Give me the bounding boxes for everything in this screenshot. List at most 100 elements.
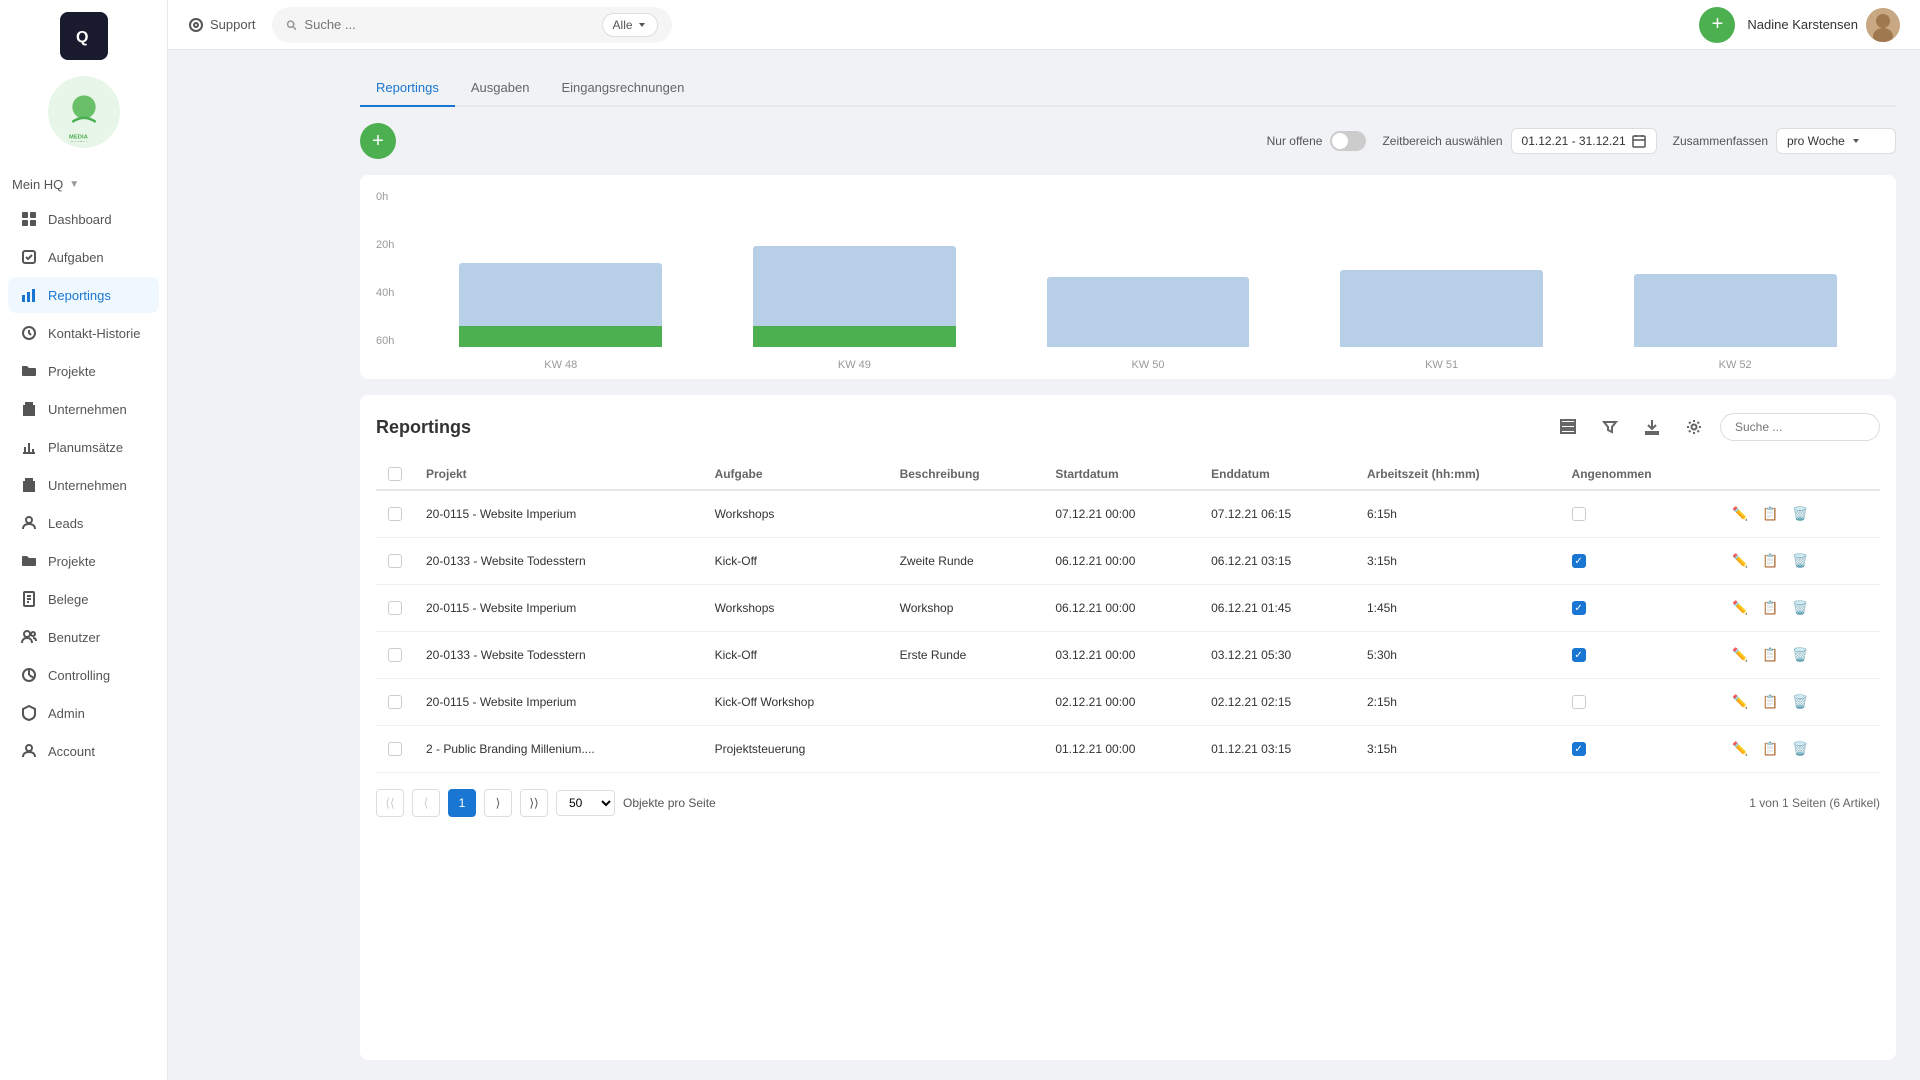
sidebar-item-dashboard[interactable]: Dashboard	[8, 201, 159, 237]
week-select-dropdown[interactable]: pro Woche	[1776, 128, 1896, 154]
chart-container: 60h 40h 20h 0h KW 48KW 49KW 50KW 51KW 52	[360, 175, 1896, 379]
y-label: 0h	[376, 191, 408, 203]
row-delete-button[interactable]: 🗑️	[1787, 736, 1813, 762]
chart-add-button[interactable]: +	[360, 123, 396, 159]
sidebar-item-label: Belege	[48, 592, 88, 607]
svg-text:MEDIA: MEDIA	[69, 135, 89, 141]
row-startdatum: 06.12.21 00:00	[1043, 538, 1199, 585]
page-1-button[interactable]: 1	[448, 789, 476, 817]
row-beschreibung	[888, 679, 1044, 726]
row-angenommen-checkbox[interactable]	[1572, 554, 1586, 568]
sidebar: Q MEDIA GMBH Mein HQ ▼ Dashboard Aufgabe	[0, 0, 168, 1080]
sidebar-item-aufgaben[interactable]: Aufgaben	[8, 239, 159, 275]
row-copy-button[interactable]: 📋	[1757, 595, 1783, 621]
table-settings-button[interactable]	[1678, 411, 1710, 443]
row-checkbox[interactable]	[388, 601, 402, 615]
row-startdatum: 01.12.21 00:00	[1043, 726, 1199, 773]
page-last-button[interactable]: ⟩⟩	[520, 789, 548, 817]
row-delete-button[interactable]: 🗑️	[1787, 595, 1813, 621]
row-angenommen-checkbox[interactable]	[1572, 648, 1586, 662]
row-edit-button[interactable]: ✏️	[1727, 595, 1753, 621]
table-header: Reportings	[376, 411, 1880, 443]
row-checkbox[interactable]	[388, 742, 402, 756]
row-edit-button[interactable]: ✏️	[1727, 689, 1753, 715]
user-menu[interactable]: Nadine Karstensen	[1747, 8, 1900, 42]
sidebar-item-admin[interactable]: Admin	[8, 695, 159, 731]
sidebar-item-projekte1[interactable]: Projekte	[8, 353, 159, 389]
tab-reportings[interactable]: Reportings	[360, 70, 455, 107]
row-actions: ✏️ 📋 🗑️	[1727, 736, 1868, 762]
row-checkbox[interactable]	[388, 554, 402, 568]
sidebar-item-leads[interactable]: Leads	[8, 505, 159, 541]
table-title: Reportings	[376, 417, 471, 438]
table-search-input[interactable]	[1720, 413, 1880, 441]
sidebar-item-controlling[interactable]: Controlling	[8, 657, 159, 693]
add-button[interactable]: +	[1699, 7, 1735, 43]
row-angenommen-checkbox[interactable]	[1572, 507, 1586, 521]
row-angenommen-checkbox[interactable]	[1572, 742, 1586, 756]
page-prev-button[interactable]: ⟨	[412, 789, 440, 817]
row-actions: ✏️ 📋 🗑️	[1727, 501, 1868, 527]
support-link[interactable]: Support	[188, 17, 256, 33]
y-label: 40h	[376, 287, 408, 299]
select-all-checkbox[interactable]	[388, 467, 402, 481]
grid-icon	[20, 210, 38, 228]
row-edit-button[interactable]: ✏️	[1727, 642, 1753, 668]
tab-eingangsrechnungen[interactable]: Eingangsrechnungen	[545, 70, 700, 107]
plus-icon: +	[372, 130, 384, 153]
company-logo[interactable]: MEDIA GMBH	[48, 76, 120, 148]
row-edit-button[interactable]: ✏️	[1727, 548, 1753, 574]
page-first-button[interactable]: ⟨⟨	[376, 789, 404, 817]
row-copy-button[interactable]: 📋	[1757, 689, 1783, 715]
search-input[interactable]	[304, 17, 593, 32]
row-edit-button[interactable]: ✏️	[1727, 501, 1753, 527]
row-copy-button[interactable]: 📋	[1757, 642, 1783, 668]
sidebar-item-projekte2[interactable]: Projekte	[8, 543, 159, 579]
search-filter-dropdown[interactable]: Alle	[602, 13, 658, 37]
search-bar[interactable]: Alle	[272, 7, 672, 43]
app-logo[interactable]: Q	[60, 12, 108, 60]
nur-offene-toggle[interactable]	[1330, 131, 1366, 151]
chevron-down-icon	[1851, 136, 1861, 146]
chart-y-labels: 60h 40h 20h 0h	[376, 191, 408, 347]
table-filter-button[interactable]	[1594, 411, 1626, 443]
row-copy-button[interactable]: 📋	[1757, 501, 1783, 527]
row-checkbox[interactable]	[388, 648, 402, 662]
person-icon	[20, 742, 38, 760]
date-range-input[interactable]: 01.12.21 - 31.12.21	[1511, 128, 1657, 154]
table-layout-button[interactable]	[1552, 411, 1584, 443]
row-angenommen-checkbox[interactable]	[1572, 601, 1586, 615]
per-page-select[interactable]: 50 25 100	[556, 790, 615, 816]
row-beschreibung: Workshop	[888, 585, 1044, 632]
row-angenommen-checkbox[interactable]	[1572, 695, 1586, 709]
sidebar-item-account[interactable]: Account	[8, 733, 159, 769]
file-icon	[20, 590, 38, 608]
row-actions: ✏️ 📋 🗑️	[1727, 642, 1868, 668]
sidebar-item-belege[interactable]: Belege	[8, 581, 159, 617]
row-delete-button[interactable]: 🗑️	[1787, 642, 1813, 668]
row-projekt: 20-0115 - Website Imperium	[414, 490, 703, 538]
row-copy-button[interactable]: 📋	[1757, 548, 1783, 574]
sidebar-item-label: Benutzer	[48, 630, 100, 645]
sidebar-item-benutzer[interactable]: Benutzer	[8, 619, 159, 655]
row-checkbox[interactable]	[388, 695, 402, 709]
row-checkbox[interactable]	[388, 507, 402, 521]
sidebar-item-reportings[interactable]: Reportings	[8, 277, 159, 313]
row-edit-button[interactable]: ✏️	[1727, 736, 1753, 762]
sidebar-item-unternehmen1[interactable]: Unternehmen	[8, 391, 159, 427]
mein-hq-item[interactable]: Mein HQ ▼	[0, 168, 167, 201]
sidebar-item-unternehmen2[interactable]: Unternehmen	[8, 467, 159, 503]
row-copy-button[interactable]: 📋	[1757, 736, 1783, 762]
page-next-button[interactable]: ⟩	[484, 789, 512, 817]
chart-bar-rest	[1047, 277, 1250, 347]
pagination: ⟨⟨ ⟨ 1 ⟩ ⟩⟩ 50 25 100 Objekte pro Seite …	[376, 789, 1880, 817]
row-delete-button[interactable]: 🗑️	[1787, 548, 1813, 574]
row-delete-button[interactable]: 🗑️	[1787, 689, 1813, 715]
row-delete-button[interactable]: 🗑️	[1787, 501, 1813, 527]
sidebar-item-kontakt-historie[interactable]: Kontakt-Historie	[8, 315, 159, 351]
table-export-button[interactable]	[1636, 411, 1668, 443]
chart-bar-rest	[459, 263, 662, 326]
sidebar-item-planumsatze[interactable]: Planumsätze	[8, 429, 159, 465]
row-actions: ✏️ 📋 🗑️	[1727, 595, 1868, 621]
tab-ausgaben[interactable]: Ausgaben	[455, 70, 546, 107]
